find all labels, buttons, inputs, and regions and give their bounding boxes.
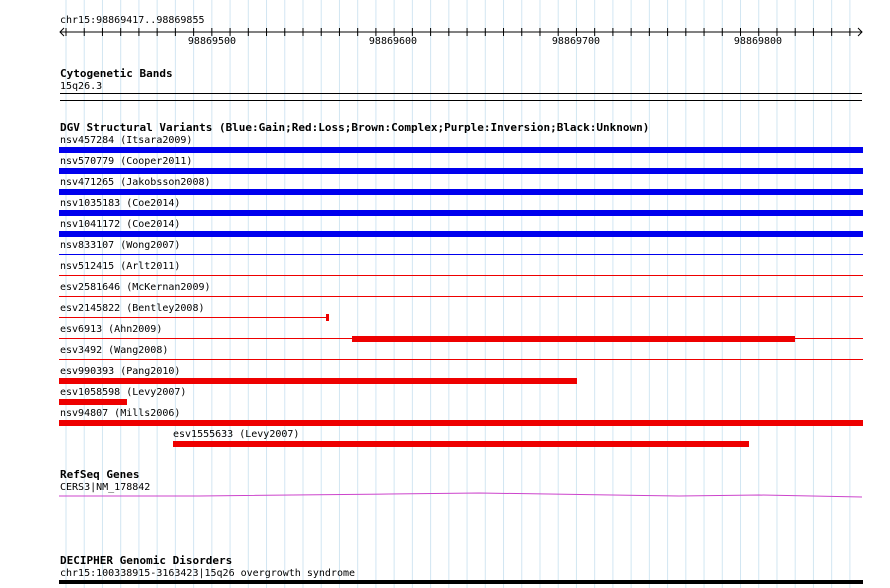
ruler-tick: 98869600: [368, 36, 418, 47]
dgv-variant-label[interactable]: esv990393 (Pang2010): [60, 366, 180, 377]
dgv-variant-bar[interactable]: [59, 275, 863, 276]
dgv-variant-label[interactable]: nsv94807 (Mills2006): [60, 408, 180, 419]
dgv-variant-label[interactable]: nsv512415 (Arlt2011): [60, 261, 180, 272]
dgv-variant-label[interactable]: esv6913 (Ahn2009): [60, 324, 162, 335]
dgv-variant-bar[interactable]: [59, 168, 863, 174]
dgv-variant-label[interactable]: esv1058598 (Levy2007): [60, 387, 186, 398]
cytoband-label: 15q26.3: [60, 81, 103, 92]
dgv-variant-thick-segment[interactable]: [352, 336, 795, 342]
dgv-variant-label[interactable]: esv2581646 (McKernan2009): [60, 282, 211, 293]
dgv-variant-bar[interactable]: [59, 378, 577, 384]
dgv-variant-bar[interactable]: [59, 210, 863, 216]
dgv-variant-bar[interactable]: [59, 420, 863, 426]
dgv-variant-bar[interactable]: [59, 296, 863, 297]
cytoband-outline-top: [60, 93, 862, 94]
refseq-gene-feature[interactable]: [59, 490, 863, 502]
cytoband-track-title: Cytogenetic Bands: [60, 67, 173, 80]
dgv-variant-label[interactable]: nsv457284 (Itsara2009): [60, 135, 192, 146]
ruler-tick: 98869700: [551, 36, 601, 47]
dgv-variant-label[interactable]: nsv833107 (Wong2007): [60, 240, 180, 251]
decipher-feature-bar[interactable]: [59, 580, 863, 584]
dgv-variant-bar[interactable]: [59, 231, 863, 237]
decipher-track-title: DECIPHER Genomic Disorders: [60, 554, 233, 567]
dgv-variant-label[interactable]: esv2145822 (Bentley2008): [60, 303, 205, 314]
dgv-variant-label[interactable]: nsv471265 (Jakobsson2008): [60, 177, 211, 188]
dgv-track-title: DGV Structural Variants (Blue:Gain;Red:L…: [60, 121, 650, 134]
ruler-tick: 98869500: [187, 36, 237, 47]
dgv-variant-end-mark[interactable]: [326, 314, 329, 321]
dgv-variant-bar[interactable]: [59, 317, 327, 318]
dgv-variant-bar[interactable]: [59, 359, 863, 360]
refseq-track-title: RefSeq Genes: [60, 468, 140, 481]
dgv-variant-bar[interactable]: [173, 441, 749, 447]
decipher-entry-label[interactable]: chr15:100338915-3163423|15q26 overgrowth…: [60, 568, 355, 579]
dgv-variant-label[interactable]: esv1555633 (Levy2007): [173, 429, 299, 440]
dgv-variant-bar[interactable]: [59, 254, 863, 255]
ruler-location: chr15:98869417..98869855: [60, 15, 205, 26]
dgv-variant-label[interactable]: esv3492 (Wang2008): [60, 345, 168, 356]
dgv-variant-bar[interactable]: [59, 189, 863, 195]
dgv-variant-label[interactable]: nsv1041172 (Coe2014): [60, 219, 180, 230]
ruler-tick: 98869800: [733, 36, 783, 47]
dgv-variant-label[interactable]: nsv570779 (Cooper2011): [60, 156, 192, 167]
dgv-variant-bar[interactable]: [59, 399, 127, 405]
dgv-variant-label[interactable]: nsv1035183 (Coe2014): [60, 198, 180, 209]
cytoband-outline-bottom[interactable]: [60, 100, 862, 101]
dgv-variant-bar[interactable]: [59, 147, 863, 153]
